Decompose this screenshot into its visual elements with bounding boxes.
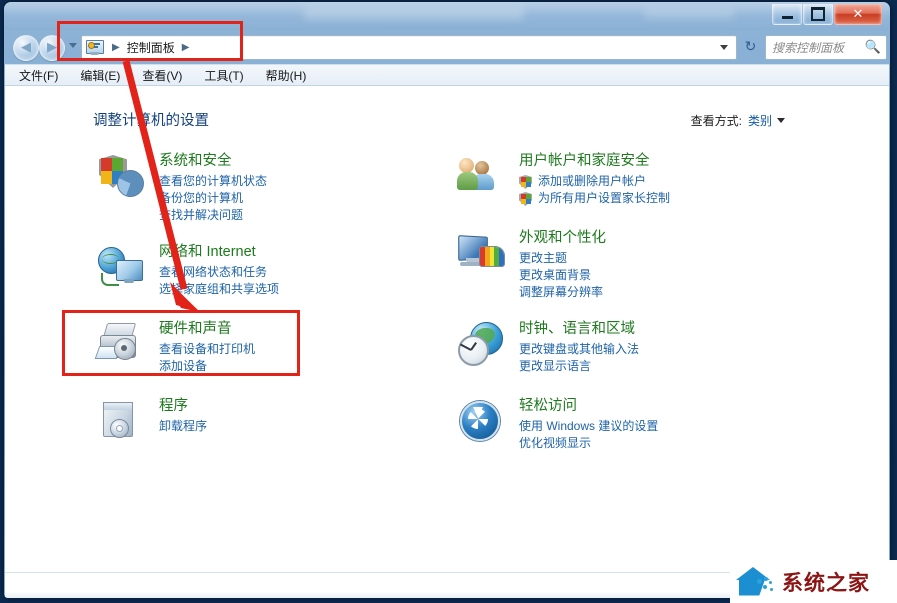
category-title[interactable]: 系统和安全: [159, 152, 397, 171]
titlebar-blur-artifact-2: [644, 8, 734, 19]
category-title[interactable]: 轻松访问: [519, 397, 787, 416]
window-titlebar: ✕: [4, 2, 890, 30]
link-devices-and-printers[interactable]: 查看设备和打印机: [159, 341, 397, 358]
menu-bar: 文件(F) 编辑(E) 查看(V) 工具(T) 帮助(H): [5, 64, 889, 86]
category-title[interactable]: 硬件和声音: [159, 320, 397, 339]
view-by-label: 查看方式:: [690, 114, 742, 128]
link-text: 添加或删除用户帐户: [538, 174, 647, 188]
chevron-down-icon[interactable]: [777, 118, 785, 123]
breadcrumb-separator-leading: ▶: [112, 42, 120, 53]
category-programs[interactable]: 程序 卸载程序: [97, 397, 397, 455]
network-globe-icon: [97, 245, 145, 291]
link-backup-computer[interactable]: 备份您的计算机: [159, 190, 397, 207]
breadcrumb-separator-trailing[interactable]: ▶: [177, 42, 195, 53]
search-icon: 🔍: [864, 40, 881, 55]
link-optimize-visual-display[interactable]: 优化视频显示: [519, 435, 787, 452]
maximize-icon: [804, 4, 832, 24]
minimize-button[interactable]: [772, 4, 802, 25]
uac-shield-icon: [519, 175, 532, 189]
refresh-button[interactable]: ↻: [740, 36, 761, 57]
users-icon: [457, 154, 505, 200]
control-panel-content: 调整计算机的设置 查看方式: 类别 系统和安全 查看您的计算机状态 备份您的计算…: [5, 86, 889, 572]
uac-shield-icon: [519, 192, 532, 206]
link-change-display-language[interactable]: 更改显示语言: [519, 358, 787, 375]
category-title[interactable]: 程序: [159, 397, 397, 416]
link-uninstall-program[interactable]: 卸载程序: [159, 418, 397, 435]
close-icon: ✕: [852, 6, 864, 22]
back-button[interactable]: ◀: [13, 35, 39, 61]
category-title[interactable]: 用户帐户和家庭安全: [519, 152, 787, 171]
house-logo-icon: [734, 565, 776, 599]
search-input-placeholder[interactable]: 搜索控制面板: [772, 39, 865, 56]
link-homegroup-sharing[interactable]: 选择家庭组和共享选项: [159, 281, 397, 298]
menu-item-edit[interactable]: 编辑(E): [80, 67, 120, 84]
window-controls: ✕: [771, 4, 882, 25]
forward-arrow-icon: ▶: [47, 40, 57, 55]
address-bar[interactable]: ▶ 控制面板 ▶: [81, 35, 737, 60]
link-add-device[interactable]: 添加设备: [159, 358, 397, 375]
category-system-and-security[interactable]: 系统和安全 查看您的计算机状态 备份您的计算机 查找并解决问题: [97, 152, 397, 224]
programs-box-icon: [97, 399, 145, 445]
control-panel-icon: [86, 40, 104, 55]
category-column-left: 系统和安全 查看您的计算机状态 备份您的计算机 查找并解决问题 网络和 Inte…: [94, 152, 397, 474]
link-add-remove-user-accounts[interactable]: 添加或删除用户帐户: [519, 173, 787, 190]
link-view-network-status[interactable]: 查看网络状态和任务: [159, 264, 397, 281]
watermark-brand-cn: 系统之家: [782, 571, 870, 595]
category-ease-of-access[interactable]: 轻松访问 使用 Windows 建议的设置 优化视频显示: [457, 397, 787, 455]
menu-item-tools[interactable]: 工具(T): [204, 67, 243, 84]
forward-button[interactable]: ▶: [39, 35, 65, 61]
category-appearance-and-personalization[interactable]: 外观和个性化 更改主题 更改桌面背景 调整屏幕分辨率: [457, 229, 787, 301]
watermark-logo-badge: 系统之家: [730, 560, 897, 603]
appearance-monitor-icon: [457, 231, 505, 277]
page-title: 调整计算机的设置: [93, 113, 209, 129]
category-title[interactable]: 时钟、语言和区域: [519, 320, 787, 339]
view-by-value[interactable]: 类别: [748, 112, 772, 129]
breadcrumb-item-control-panel[interactable]: 控制面板: [125, 39, 177, 56]
address-dropdown-icon[interactable]: [720, 45, 728, 50]
link-adjust-resolution[interactable]: 调整屏幕分辨率: [519, 284, 787, 301]
link-text: 为所有用户设置家长控制: [538, 191, 671, 205]
titlebar-blur-artifact: [304, 7, 524, 20]
close-button[interactable]: ✕: [834, 4, 882, 25]
category-clock-language-and-region[interactable]: 时钟、语言和区域 更改键盘或其他输入法 更改显示语言: [457, 320, 787, 378]
link-parental-controls[interactable]: 为所有用户设置家长控制: [519, 190, 787, 207]
category-hardware-and-sound[interactable]: 硬件和声音 查看设备和打印机 添加设备: [94, 320, 397, 378]
menu-item-file[interactable]: 文件(F): [19, 67, 58, 84]
link-view-computer-status[interactable]: 查看您的计算机状态: [159, 173, 397, 190]
maximize-button[interactable]: [803, 4, 833, 25]
screenshot-root: ✕ ◀ ▶ ▶ 控制面板 ▶ ↻ 搜索控制面板 🔍 文件(F) 编辑(E) 查看…: [0, 0, 897, 603]
back-arrow-icon: ◀: [21, 40, 31, 55]
ease-of-access-icon: [457, 399, 505, 445]
security-shield-icon: [97, 154, 145, 200]
refresh-icon: ↻: [744, 38, 757, 55]
printer-icon: [94, 322, 145, 368]
menu-item-help[interactable]: 帮助(H): [266, 67, 307, 84]
category-user-accounts-and-family-safety[interactable]: 用户帐户和家庭安全 添加或删除用户帐户 为所有用户设置家长控制: [457, 152, 787, 210]
category-title[interactable]: 外观和个性化: [519, 229, 787, 248]
menu-item-view[interactable]: 查看(V): [142, 67, 182, 84]
link-change-theme[interactable]: 更改主题: [519, 250, 787, 267]
category-network-and-internet[interactable]: 网络和 Internet 查看网络状态和任务 选择家庭组和共享选项: [97, 243, 397, 301]
navigation-bar: ◀ ▶ ▶ 控制面板 ▶ ↻ 搜索控制面板 🔍: [5, 30, 889, 64]
link-find-fix-problems[interactable]: 查找并解决问题: [159, 207, 397, 224]
category-title[interactable]: 网络和 Internet: [159, 243, 397, 262]
link-change-wallpaper[interactable]: 更改桌面背景: [519, 267, 787, 284]
control-panel-window: ✕ ◀ ▶ ▶ 控制面板 ▶ ↻ 搜索控制面板 🔍 文件(F) 编辑(E) 查看…: [4, 2, 890, 598]
link-change-keyboard-input[interactable]: 更改键盘或其他输入法: [519, 341, 787, 358]
link-windows-suggested-settings[interactable]: 使用 Windows 建议的设置: [519, 418, 787, 435]
minimize-icon: [773, 4, 801, 24]
search-box[interactable]: 搜索控制面板 🔍: [765, 35, 887, 60]
clock-globe-icon: [457, 322, 505, 368]
recent-locations-dropdown-icon[interactable]: [69, 43, 77, 48]
view-by-control[interactable]: 查看方式: 类别: [691, 112, 785, 129]
category-column-right: 用户帐户和家庭安全 添加或删除用户帐户 为所有用户设置家长控制 外观和个性化 更…: [457, 152, 787, 474]
